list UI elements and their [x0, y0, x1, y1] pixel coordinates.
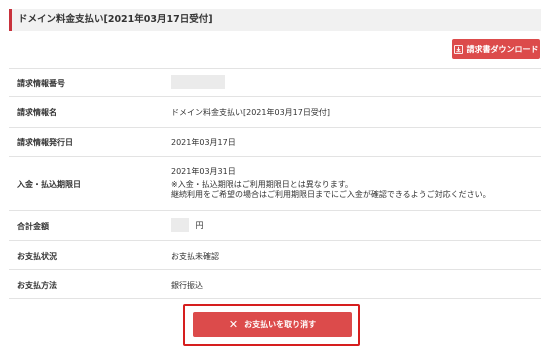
total-amount-label: 合計金額: [17, 222, 49, 231]
row-issue-date: 請求情報発行日 2021年03月17日: [9, 127, 541, 156]
invoice-name-value: ドメイン料金支払い[2021年03月17日受付]: [171, 108, 330, 117]
row-payment-deadline: 入金・払込期限日 2021年03月31日 ※入金・払込期限はご利用期限日とは異な…: [9, 156, 541, 210]
invoice-number-label: 請求情報番号: [17, 79, 65, 88]
close-icon: ✕: [228, 318, 239, 331]
payment-deadline-label: 入金・払込期限日: [17, 180, 81, 189]
page-title: ドメイン料金支払い[2021年03月17日受付]: [9, 9, 541, 31]
issue-date-value: 2021年03月17日: [171, 138, 236, 147]
invoice-download-button[interactable]: 請求書ダウンロード: [452, 39, 540, 59]
payment-method-label: お支払方法: [17, 281, 57, 290]
row-invoice-number: 請求情報番号: [9, 68, 541, 96]
payment-status-value: お支払未確認: [171, 252, 219, 261]
row-payment-method: お支払方法 銀行振込: [9, 269, 541, 299]
payment-status-label: お支払状況: [17, 252, 57, 261]
total-amount-value: 円: [171, 218, 204, 232]
invoice-download-label: 請求書ダウンロード: [466, 44, 539, 54]
payment-method-value: 銀行振込: [171, 281, 203, 290]
redacted-amount: [171, 218, 189, 232]
payment-deadline-value: 2021年03月31日: [171, 167, 236, 176]
payment-deadline-notes: ※入金・払込期限はご利用期限日とは異なります。 継続利用をご希望の場合はご利用期…: [171, 180, 491, 200]
cancel-payment-button[interactable]: ✕ お支払いを取り消す: [193, 312, 352, 337]
row-total-amount: 合計金額 円: [9, 210, 541, 240]
deadline-note-1: ※入金・払込期限はご利用期限日とは異なります。: [171, 180, 353, 189]
invoice-name-label: 請求情報名: [17, 108, 57, 117]
issue-date-label: 請求情報発行日: [17, 138, 73, 147]
row-invoice-name: 請求情報名 ドメイン料金支払い[2021年03月17日受付]: [9, 96, 541, 127]
cancel-payment-label: お支払いを取り消す: [244, 320, 317, 329]
currency-unit: 円: [195, 220, 204, 230]
row-payment-status: お支払状況 お支払未確認: [9, 240, 541, 269]
deadline-note-2: 継続利用をご希望の場合はご利用期限日までにご入金が確認できるようご対応ください。: [171, 190, 491, 199]
invoice-number-value: [171, 75, 225, 89]
download-icon: [453, 44, 463, 54]
redacted-invoice-number: [171, 75, 225, 89]
